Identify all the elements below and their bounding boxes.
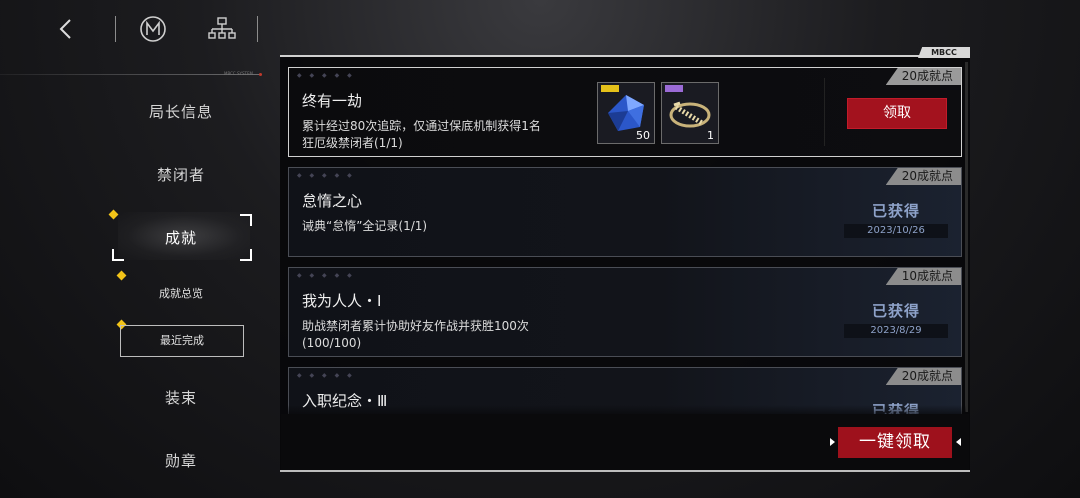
achievement-points: 20成就点: [885, 368, 961, 385]
nav-item-medals[interactable]: 勋章: [95, 450, 267, 471]
rarity-badge: [665, 85, 683, 92]
card-decoration: ◆ ◆ ◆ ◆ ◆: [297, 172, 355, 179]
card-decoration: ◆ ◆ ◆ ◆ ◆: [297, 72, 355, 79]
scrollbar[interactable]: [965, 62, 968, 412]
nav-item-outfits[interactable]: 装束: [95, 387, 267, 408]
rarity-badge: [601, 85, 619, 92]
achievement-title: 终有一劫: [302, 92, 363, 110]
corner-bracket: [240, 249, 252, 261]
chevron-left-icon: [59, 19, 71, 39]
obtained-date: 2023/10/26: [844, 224, 948, 238]
hierarchy-icon: [208, 17, 236, 39]
home-button[interactable]: [139, 15, 167, 43]
claim-all-button[interactable]: 一键领取: [838, 427, 952, 458]
nav-item-director-info[interactable]: 局长信息: [95, 101, 267, 122]
achievement-title: 怠惰之心: [302, 192, 363, 210]
card-decoration: ◆ ◆ ◆ ◆ ◆: [297, 272, 355, 279]
blue-crystal-icon: [608, 95, 644, 131]
reward-quantity: 50: [636, 129, 650, 142]
divider: [824, 78, 825, 146]
panel-border: [280, 55, 970, 57]
nav-sub-achievement-overview[interactable]: 成就总览: [120, 285, 242, 301]
card-decoration: ◆ ◆ ◆ ◆ ◆: [297, 372, 355, 379]
panel-border: [280, 470, 970, 472]
reward-quantity: 1: [707, 129, 714, 142]
achievement-points: 20成就点: [885, 68, 961, 85]
achievement-desc: 助战禁闭者累计协助好友作战并获胜100次(100/100): [302, 319, 529, 350]
reward-item[interactable]: 1: [661, 82, 719, 144]
achievement-title: 我为人人・Ⅰ: [302, 292, 382, 310]
achievement-card: ◆ ◆ ◆ ◆ ◆ 终有一劫 累计经过80次追踪，仅通过保底机制获得1名狂厄级禁…: [288, 67, 962, 157]
achievement-desc: 诫典“怠惰”全记录(1/1): [302, 219, 428, 233]
corner-bracket: [240, 214, 252, 226]
achievement-points: 20成就点: [885, 168, 961, 185]
arrow-left-icon: [956, 438, 961, 446]
nav-indicator-dot: [259, 73, 262, 76]
divider: [257, 16, 258, 42]
nav-divider: [0, 74, 262, 75]
divider: [115, 16, 116, 42]
hierarchy-button[interactable]: [206, 15, 238, 43]
achievement-points: 10成就点: [885, 268, 961, 285]
back-button[interactable]: [50, 14, 80, 44]
claim-button[interactable]: 领取: [847, 98, 947, 129]
mbcc-logo-icon: [140, 16, 166, 42]
obtained-status: 已获得: [871, 302, 920, 320]
obtained-status: 已获得: [871, 202, 920, 220]
top-bar: [0, 0, 280, 60]
nav-item-sinners[interactable]: 禁闭者: [95, 164, 267, 185]
nav-item-achievements[interactable]: 成就: [95, 227, 267, 248]
reward-item[interactable]: 50: [597, 82, 655, 144]
nav-sub-recently-completed[interactable]: 最近完成: [120, 325, 244, 357]
arrow-right-icon: [830, 438, 835, 446]
obtained-date: 2023/8/29: [844, 324, 948, 338]
panel-tag: MBCC: [918, 47, 970, 58]
diamond-marker-icon: [108, 209, 119, 220]
achievement-card: ◆ ◆ ◆ ◆ ◆ 怠惰之心 诫典“怠惰”全记录(1/1) 20成就点 已获得 …: [288, 167, 962, 257]
gold-chain-icon: [669, 101, 711, 128]
diamond-marker-icon: [116, 270, 127, 281]
corner-bracket: [112, 249, 124, 261]
nav-system-label: MBCC SYSTEM: [224, 71, 253, 76]
achievement-card: ◆ ◆ ◆ ◆ ◆ 我为人人・Ⅰ 助战禁闭者累计协助好友作战并获胜100次(10…: [288, 267, 962, 357]
achievement-desc: 累计经过80次追踪，仅通过保底机制获得1名狂厄级禁闭者(1/1): [302, 119, 541, 150]
